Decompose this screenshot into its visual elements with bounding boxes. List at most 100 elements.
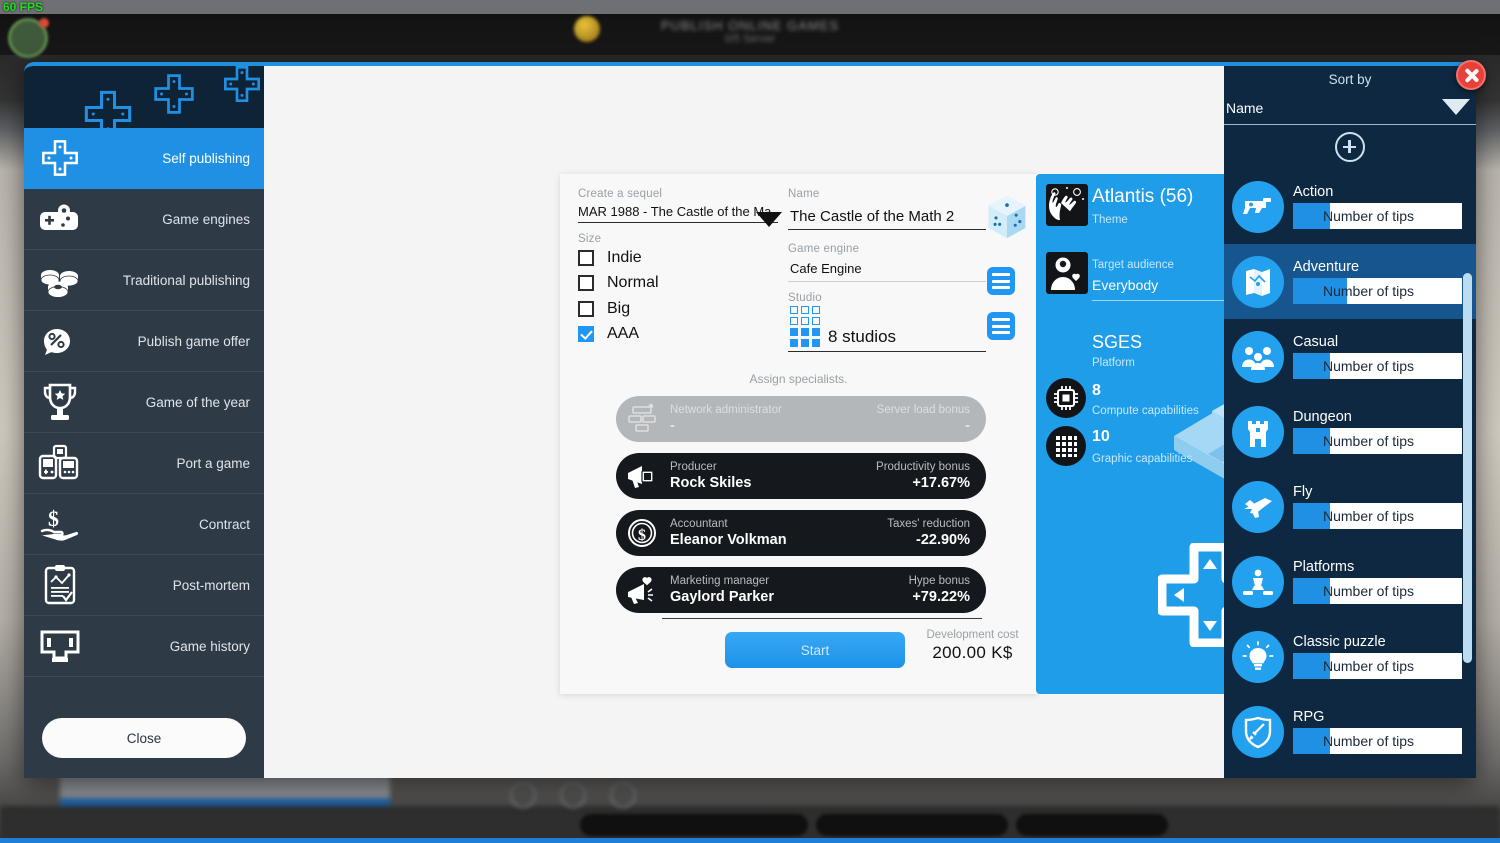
checkbox-aaa[interactable] (578, 326, 594, 343)
sidebar-item-game-engines[interactable]: Game engines (24, 189, 264, 250)
coin-dollar-icon: $ (628, 519, 656, 547)
studio-field[interactable]: 8 studios (788, 304, 986, 352)
checkbox-normal[interactable] (578, 275, 594, 292)
chevron-down-icon[interactable] (1442, 99, 1470, 115)
money-hand-icon: $ (24, 504, 96, 544)
game-engine-list-button[interactable] (987, 267, 1015, 295)
specialist-role: Accountant (670, 518, 728, 530)
genre-item-classic-puzzle[interactable]: Classic puzzle Number of tips (1224, 619, 1476, 694)
megaphone-icon (628, 466, 654, 488)
checkbox-indie[interactable] (578, 249, 594, 266)
genre-tips-bar[interactable]: Number of tips (1293, 578, 1462, 604)
background-toolbar-icon (560, 782, 586, 808)
sidebar-item-label: Contract (198, 516, 250, 532)
sidebar-item-port-a-game[interactable]: Port a game (24, 433, 264, 494)
sidebar-item-label: Traditional publishing (122, 272, 250, 288)
development-cost-value: 200.00 K$ (932, 643, 1013, 662)
checkbox-big[interactable] (578, 300, 594, 317)
genre-tips-bar[interactable]: Number of tips (1293, 428, 1462, 454)
form-right-column: Name The Castle of the Math 2 Game engin… (788, 188, 986, 352)
genre-sidebar: Sort by Name Action Number of tips Adven… (1224, 66, 1476, 778)
sword-icon (1232, 705, 1284, 758)
genre-item-rpg[interactable]: RPG Number of tips (1224, 694, 1476, 769)
background-money-pill (816, 814, 1008, 836)
specialist-row-marketing-manager[interactable]: Marketing manager Gaylord Parker Hype bo… (616, 567, 986, 613)
genre-tips-bar[interactable]: Number of tips (1293, 728, 1462, 754)
background-date-pill (580, 814, 808, 836)
sidebar-item-label: Game history (169, 638, 250, 654)
size-option-indie[interactable]: Indie (578, 245, 778, 271)
genre-list[interactable]: Action Number of tips Adventure Number o… (1224, 169, 1476, 778)
genre-tips-bar[interactable]: Number of tips (1293, 503, 1462, 529)
plane-icon (1232, 480, 1284, 533)
genre-name: Classic puzzle (1293, 634, 1386, 650)
dpad-decoration-icon (224, 66, 260, 102)
sidebar-item-post-mortem[interactable]: Post-mortem (24, 555, 264, 616)
close-button-wrapper: Close (24, 704, 264, 778)
genre-item-adventure[interactable]: Adventure Number of tips (1224, 244, 1476, 319)
add-button[interactable] (1335, 132, 1365, 162)
genre-tips-label: Number of tips (1323, 433, 1415, 449)
specialist-row-accountant[interactable]: $ Accountant Eleanor Volkman Taxes' redu… (616, 510, 986, 556)
name-value: The Castle of the Math 2 (790, 208, 955, 225)
specialist-info: Network administrator - (670, 403, 877, 435)
compute-label: Compute capabilities (1092, 405, 1199, 417)
sort-header: Sort by Name (1224, 66, 1476, 125)
genre-item-fly[interactable]: Fly Number of tips (1224, 469, 1476, 544)
size-label-aaa: AAA (607, 325, 640, 343)
engine-field[interactable]: Cafe Engine (788, 255, 986, 282)
background-bottom-blue-bar (0, 838, 1500, 843)
dice-randomize-icon[interactable] (985, 194, 1029, 240)
studio-grid-icon (790, 306, 820, 347)
genre-tips-bar[interactable]: Number of tips (1293, 278, 1462, 304)
genre-tips-bar[interactable]: Number of tips (1293, 653, 1462, 679)
sidebar-item-label: Game of the year (145, 394, 250, 410)
left-navigation: Self publishing Game engines Traditional… (24, 66, 264, 778)
genre-item-casual[interactable]: Casual Number of tips (1224, 319, 1476, 394)
start-button[interactable]: Start (725, 632, 905, 668)
sidebar-item-traditional-publishing[interactable]: Traditional publishing (24, 250, 264, 311)
genre-item-action[interactable]: Action Number of tips (1224, 169, 1476, 244)
size-option-big[interactable]: Big (578, 296, 778, 322)
map-icon (1232, 255, 1284, 308)
close-button[interactable]: Close (42, 718, 246, 758)
svg-text:$: $ (638, 527, 646, 544)
name-input[interactable]: The Castle of the Math 2 (788, 200, 986, 230)
specialist-bonus-value: +17.67% (912, 475, 970, 491)
genre-tips-label: Number of tips (1323, 208, 1415, 224)
theme-icon[interactable] (1046, 184, 1088, 226)
genre-name: Fly (1293, 484, 1313, 500)
size-option-aaa[interactable]: AAA (578, 322, 778, 348)
background-header-title: PUBLISH ONLINE GAMES (660, 18, 840, 33)
target-audience-icon[interactable] (1046, 252, 1088, 294)
genre-item-dungeon[interactable]: Dungeon Number of tips (1224, 394, 1476, 469)
sort-by-label: Sort by (1328, 72, 1372, 87)
sort-select[interactable]: Name (1224, 91, 1476, 125)
sidebar-item-game-of-the-year[interactable]: Game of the year (24, 372, 264, 433)
genre-scrollbar-track[interactable] (1463, 169, 1474, 778)
close-dialog-button[interactable] (1456, 60, 1486, 90)
sequel-select[interactable]: MAR 1988 - The Castle of the Ma (578, 200, 778, 223)
sidebar-item-contract[interactable]: $ Contract (24, 494, 264, 555)
megaphone-heart-icon (628, 577, 653, 604)
sidebar-item-label: Game engines (162, 211, 250, 227)
genre-scrollbar-thumb[interactable] (1463, 273, 1472, 663)
platform-name: SGES (1092, 332, 1143, 352)
dpad-decoration-icon (84, 90, 132, 128)
studio-list-button[interactable] (987, 312, 1015, 340)
genre-item-platforms[interactable]: Platforms Number of tips (1224, 544, 1476, 619)
coins-icon (24, 263, 96, 297)
genre-name: Adventure (1293, 259, 1360, 275)
size-option-normal[interactable]: Normal (578, 271, 778, 297)
genre-body: RPG Number of tips (1293, 709, 1462, 754)
sidebar-item-self-publishing[interactable]: Self publishing (24, 128, 264, 189)
genre-name: Dungeon (1293, 409, 1352, 425)
chevron-down-icon[interactable] (756, 212, 782, 227)
graphic-value: 10 (1092, 428, 1110, 445)
specialist-row-producer[interactable]: Producer Rock Skiles Productivity bonus … (616, 453, 986, 499)
genre-tips-bar[interactable]: Number of tips (1293, 353, 1462, 379)
specialist-bonus-label: Hype bonus (908, 575, 970, 587)
sidebar-item-game-history[interactable]: Game history (24, 616, 264, 677)
genre-tips-bar[interactable]: Number of tips (1293, 203, 1462, 229)
sidebar-item-publish-game-offer[interactable]: Publish game offer (24, 311, 264, 372)
